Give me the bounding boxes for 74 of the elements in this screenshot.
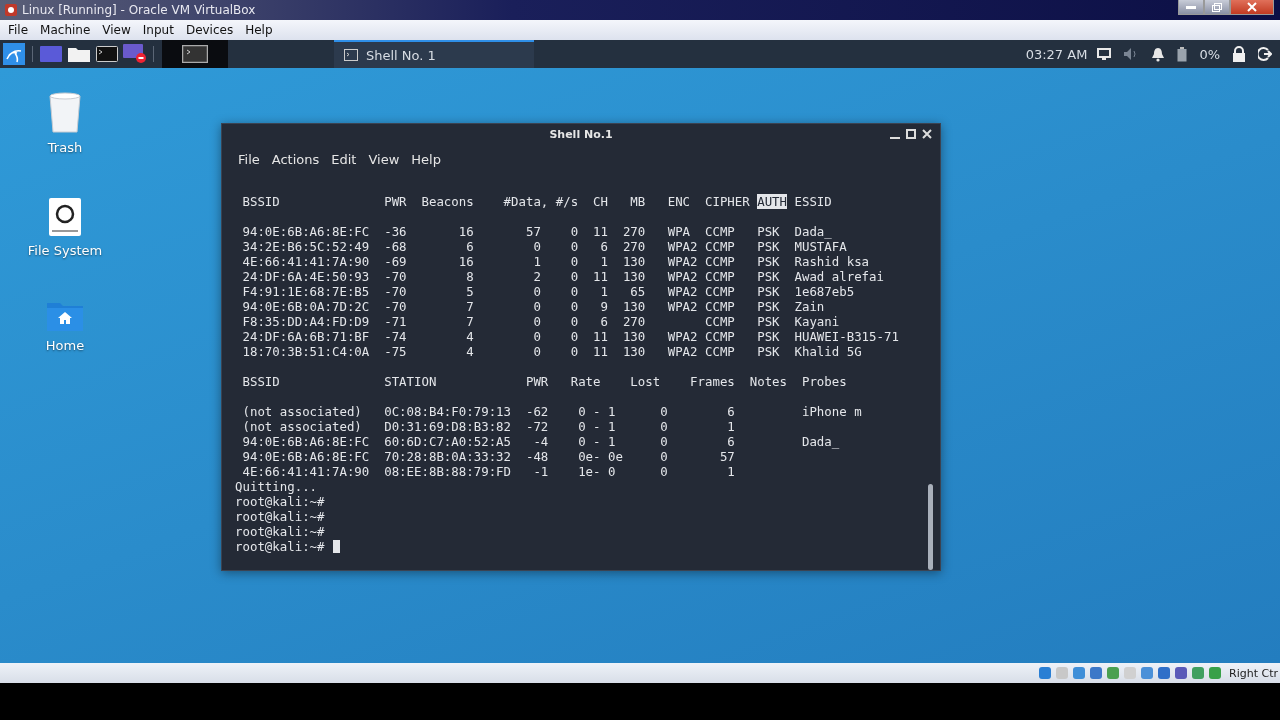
terminal-line: 34:2E:B6:5C:52:49 -68 6 0 0 6 270 WPA2 CCMP PSK MUSTAFA [241, 239, 847, 254]
device-status-icon [1055, 666, 1069, 680]
scrollbar-thumb[interactable] [928, 484, 933, 570]
lock-icon[interactable] [1232, 46, 1246, 62]
terminal-line: Quitting... [235, 479, 318, 494]
display-icon[interactable] [1097, 48, 1112, 60]
menu-item[interactable]: View [362, 152, 406, 168]
trash-icon [47, 92, 83, 134]
terminal-line: 94:0E:6B:0A:7D:2C -70 7 0 0 9 130 WPA2 CCMP PSK Zain [241, 299, 825, 314]
terminal-line: F8:35:DD:A4:FD:D9 -71 7 0 0 6 270 CCMP PSK Kayani [241, 314, 840, 329]
terminal-line: root@kali:~# [235, 524, 325, 539]
terminal-line: 94:0E:6B:A6:8E:FC 70:28:8B:0A:33:32 -48 0e- 0e 0 57 [241, 449, 735, 464]
device-status-icon [1208, 666, 1222, 680]
home-folder-icon [46, 300, 84, 332]
selected-text: AUTH [757, 194, 788, 209]
bell-icon[interactable] [1151, 46, 1166, 62]
menu-item[interactable]: Help [239, 23, 279, 37]
close-button[interactable] [1230, 0, 1274, 15]
terminal-line: F4:91:1E:68:7E:B5 -70 5 0 0 1 65 WPA2 CCMP PSK 1e687eb5 [241, 284, 855, 299]
device-status-icon [1157, 666, 1171, 680]
close-icon [1247, 2, 1257, 12]
device-status-icon [1089, 666, 1103, 680]
drive-icon [48, 197, 82, 237]
terminal-line: BSSID STATION PWR Rate Lost Frames Notes Probes [241, 374, 847, 389]
terminal-line: 24:DF:6A:6B:71:BF -74 4 0 0 11 130 WPA2 CCMP PSK HUAWEI-B315-71 [241, 329, 899, 344]
close-icon[interactable] [922, 128, 932, 140]
terminal-text: ESSID [793, 194, 832, 209]
menu-item[interactable]: Actions [265, 152, 326, 168]
device-status-icon [1140, 666, 1154, 680]
menu-item[interactable]: Edit [325, 152, 363, 168]
restore-icon [1212, 2, 1222, 12]
device-status-icon [1174, 666, 1188, 680]
terminal-text: BSSID PWR Beacons #Data, #/s CH MB ENC CIPHER [241, 194, 751, 209]
host-key-label: Right Ctr [1229, 666, 1278, 680]
workspace-button[interactable] [162, 40, 228, 68]
terminal-line: 18:70:3B:51:C4:0A -75 4 0 0 11 130 WPA2 CCMP PSK Khalid 5G [241, 344, 862, 359]
text-cursor [332, 540, 340, 553]
device-status-icon [1106, 666, 1120, 680]
battery-icon[interactable] [1177, 46, 1188, 62]
terminal-line: 94:0E:6B:A6:8E:FC -36 16 57 0 11 270 WPA CCMP PSK Dada_ [241, 224, 832, 239]
terminal-line: 4E:66:41:41:7A:90 -69 16 1 0 1 130 WPA2 CCMP PSK Rashid ksa [241, 254, 870, 269]
terminal-line: 4E:66:41:41:7A:90 08:EE:8B:88:79:FD -1 1e- 0 0 1 [241, 464, 735, 479]
menu-item[interactable]: Machine [34, 23, 97, 37]
menu-item[interactable]: View [96, 23, 137, 37]
device-status-icon [1072, 666, 1086, 680]
terminal-icon [344, 49, 358, 61]
menu-item[interactable]: File [232, 152, 266, 168]
maximize-icon[interactable] [906, 128, 916, 140]
minimize-button[interactable] [1178, 0, 1204, 15]
kali-menu-button[interactable] [0, 40, 28, 68]
terminal-line: (not associated) D0:31:69:D8:B3:82 -72 0 - 1 0 1 [241, 419, 735, 434]
minimize-icon [1186, 5, 1196, 9]
window-title: Linux [Running] - Oracle VM VirtualBox [22, 3, 256, 17]
menu-item[interactable]: Input [136, 23, 180, 37]
menu-item[interactable]: File [2, 23, 35, 37]
restore-button[interactable] [1204, 0, 1230, 15]
terminal-line: (not associated) 0C:08:B4:F0:79:13 -62 0 - 1 0 6 iPhone m [241, 404, 862, 419]
virtualbox-icon [4, 3, 18, 17]
taskbar-tab[interactable]: Shell No. 1 [334, 40, 534, 68]
menu-item[interactable]: Devices [179, 23, 240, 37]
battery-percentage: 0% [1199, 46, 1220, 62]
device-status-icon [1038, 666, 1052, 680]
logout-icon[interactable] [1258, 47, 1272, 61]
terminal-line: root@kali:~# [235, 494, 325, 509]
terminal-line: 94:0E:6B:A6:8E:FC 60:6D:C7:A0:52:A5 -4 0 - 1 0 6 Dada_ [241, 434, 840, 449]
terminal-line: root@kali:~# [235, 509, 325, 524]
terminal-title: Shell No.1 [549, 128, 613, 142]
terminal-icon [182, 45, 208, 63]
clock: 03:27 AM [1025, 46, 1088, 62]
device-status-icon [1191, 666, 1205, 680]
terminal-line: root@kali:~# [235, 539, 325, 554]
menu-item[interactable]: Help [405, 152, 447, 168]
terminal-line: 24:DF:6A:4E:50:93 -70 8 2 0 11 130 WPA2 CCMP PSK Awad alrefai [241, 269, 884, 284]
device-status-icon [1123, 666, 1137, 680]
